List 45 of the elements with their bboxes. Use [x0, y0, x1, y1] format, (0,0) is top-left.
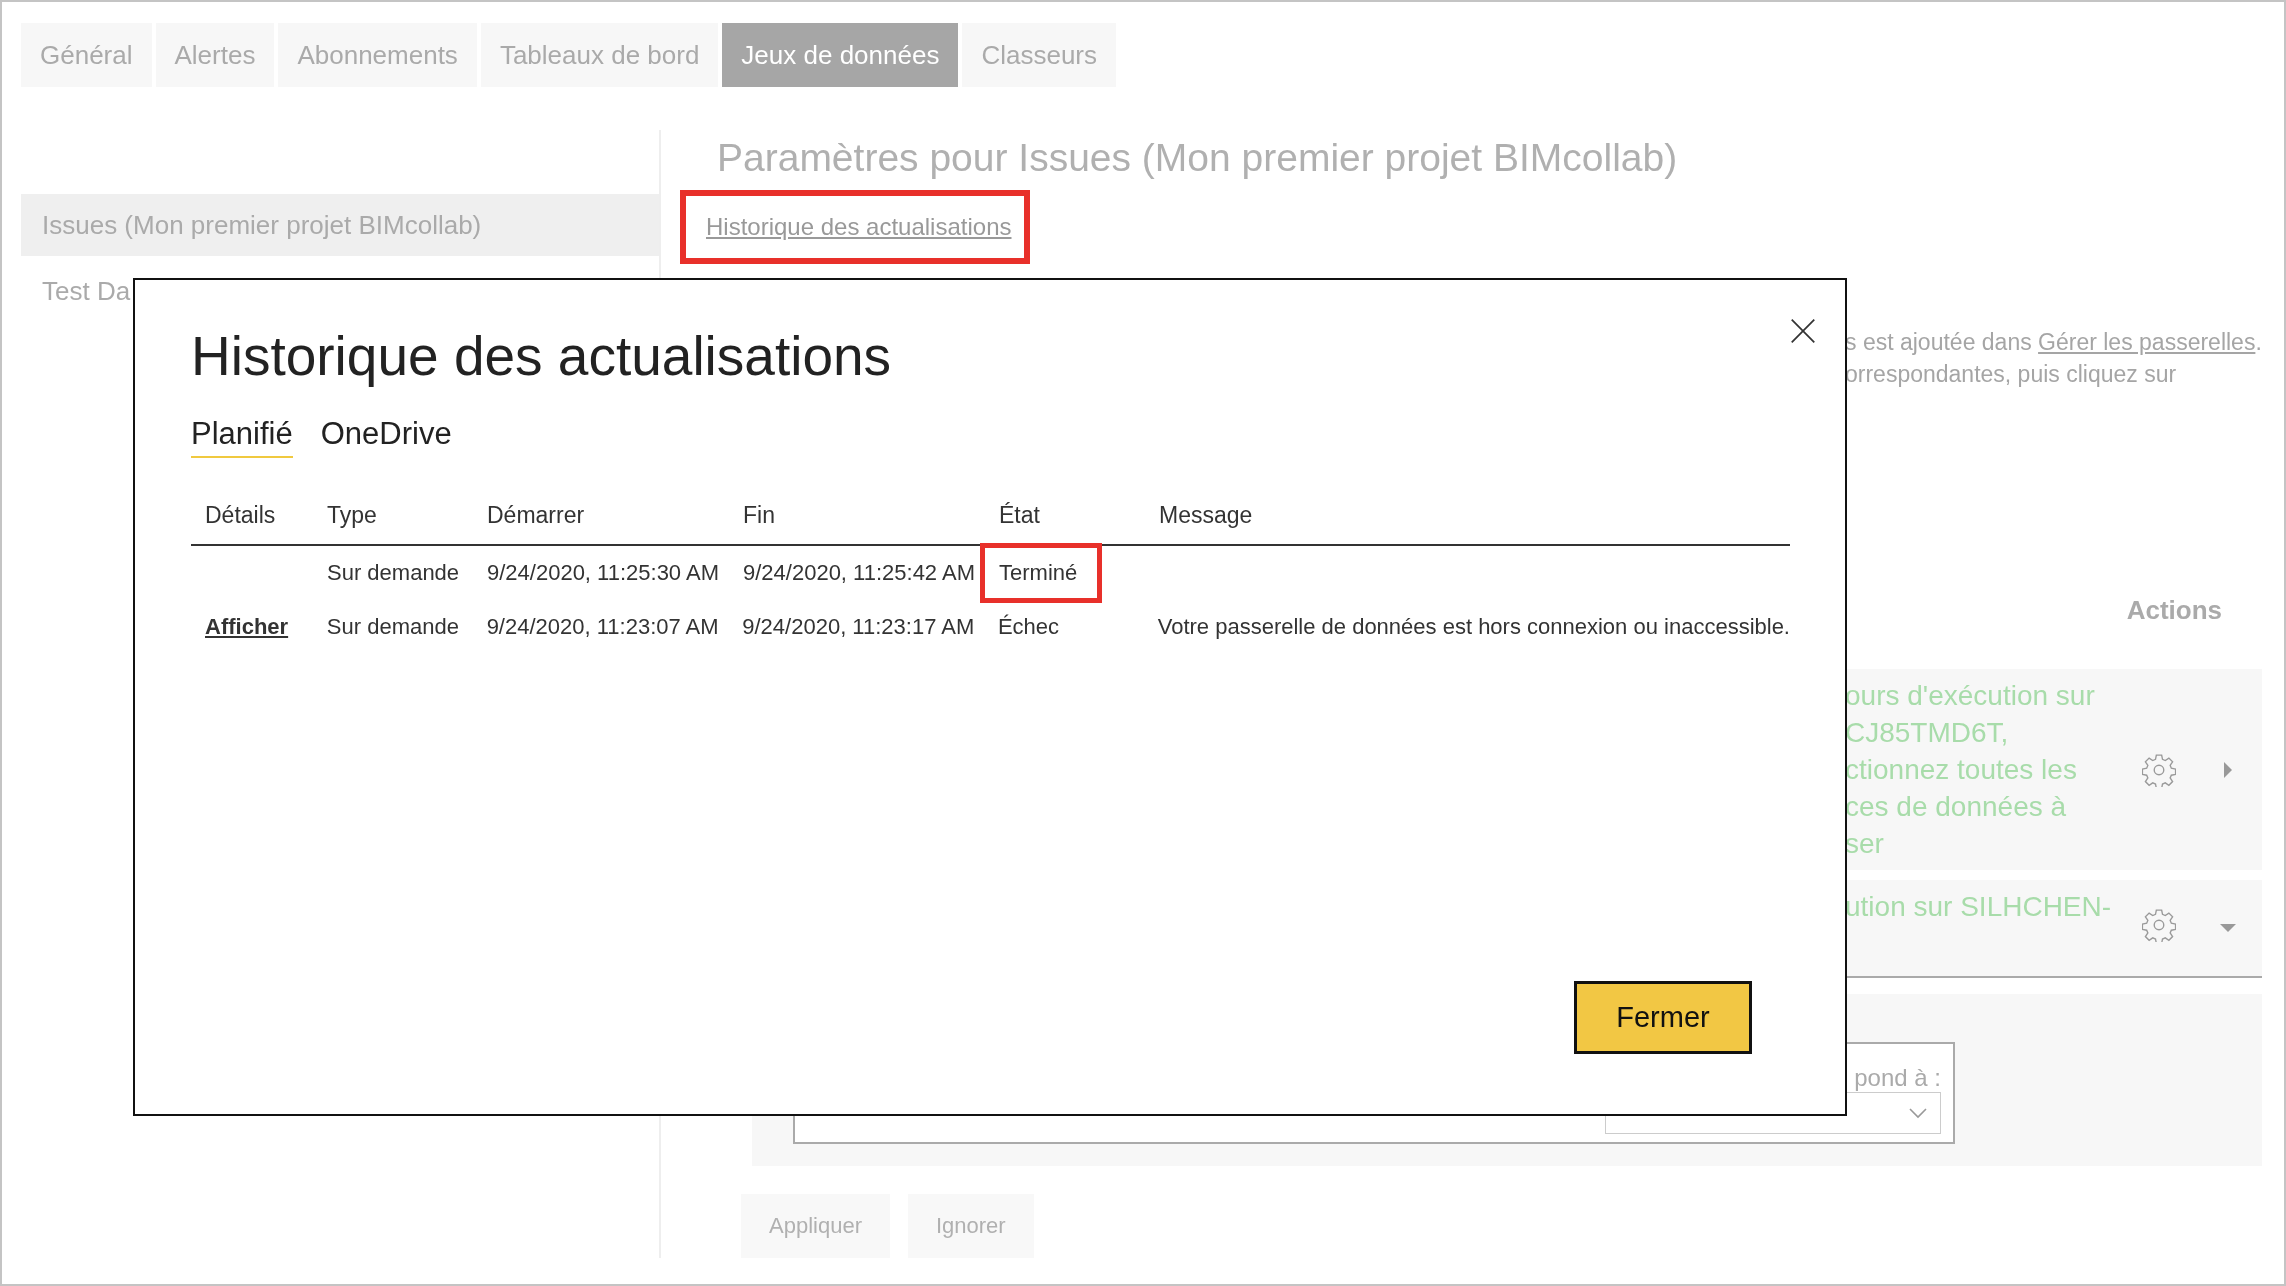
column-header: Détails — [204, 501, 277, 529]
table-cell: Votre passerelle de données est hors connexion ou inaccessible. — [1157, 614, 1790, 639]
gateway-text: CJ85TMD6T, — [1845, 716, 2010, 750]
history-link[interactable]: Historique des actualisations — [706, 213, 1012, 240]
table-cell: 9/24/2020, 11:23:17 AM — [742, 614, 975, 639]
gateway-text: ctionnez toutes les — [1845, 753, 2078, 787]
gateway-text: ces de données à — [1845, 790, 2068, 824]
dialog-title: Historique des actualisations — [191, 324, 893, 389]
settings-icon[interactable] — [2142, 908, 2176, 942]
mapping-label: pond à : — [1854, 1064, 1941, 1092]
discard-button[interactable]: Ignorer — [907, 1194, 1034, 1258]
tab[interactable]: OneDrive — [320, 416, 452, 458]
table-cell: Sur demande — [327, 560, 460, 585]
tab[interactable]: Jeux de données — [722, 23, 959, 87]
table-cell: 9/24/2020, 11:25:30 AM — [487, 560, 719, 585]
column-header: Type — [326, 501, 378, 529]
details-link[interactable]: Afficher — [205, 614, 289, 639]
tab[interactable]: Abonnements — [278, 23, 477, 87]
column-header: Démarrer — [486, 501, 586, 529]
gateway-text: ser — [1845, 827, 1885, 861]
column-header: État — [998, 501, 1041, 529]
settings-icon[interactable] — [2142, 752, 2176, 787]
actions-header: Actions — [2126, 595, 2222, 625]
tab[interactable]: Général — [21, 23, 152, 87]
settings-title: Paramètres pour Issues (Mon premier projet BIMcollab) — [717, 136, 1679, 181]
tab[interactable]: Alertes — [155, 23, 275, 87]
table-cell: Sur demande — [326, 614, 459, 639]
table-cell: 9/24/2020, 11:25:42 AM — [743, 560, 975, 585]
table-cell: 9/24/2020, 11:23:07 AM — [486, 614, 719, 639]
chevron-down-icon[interactable] — [1908, 1107, 1928, 1119]
gateway-text: ution sur SILHCHEN- — [1845, 890, 2113, 924]
tab[interactable]: Planifié — [191, 416, 293, 458]
column-header: Fin — [742, 501, 776, 529]
column-header: Message — [1158, 501, 1254, 529]
apply-button[interactable]: Appliquer — [741, 1194, 890, 1258]
close-button[interactable]: Fermer — [1574, 981, 1752, 1054]
gateway-text: ours d'exécution sur — [1845, 679, 2096, 713]
sidebar-item[interactable]: Issues (Mon premier projet BIMcollab) — [21, 194, 659, 256]
tab[interactable]: Classeurs — [962, 23, 1116, 87]
status-cell-text: Échec — [996, 613, 1061, 641]
manage-gateways-link[interactable]: Gérer les passerelles — [2038, 329, 2256, 355]
gateway-note: orrespondantes, puis cliquez sur — [1845, 360, 2178, 389]
close-icon[interactable] — [1790, 318, 1816, 344]
status-cell: Terminé — [980, 543, 1103, 603]
tab[interactable]: Tableaux de bord — [480, 23, 719, 87]
